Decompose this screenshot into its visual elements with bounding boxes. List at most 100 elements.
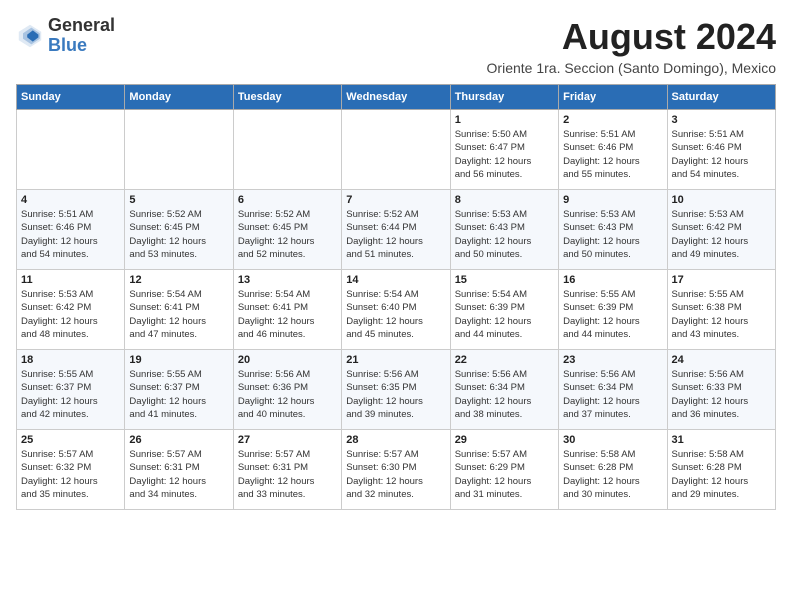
day-number: 4 bbox=[21, 194, 120, 206]
day-info: Sunrise: 5:52 AM Sunset: 6:44 PM Dayligh… bbox=[346, 208, 445, 261]
day-number: 17 bbox=[672, 274, 771, 286]
column-header-friday: Friday bbox=[559, 85, 667, 110]
calendar-cell: 31Sunrise: 5:58 AM Sunset: 6:28 PM Dayli… bbox=[667, 430, 775, 510]
day-info: Sunrise: 5:54 AM Sunset: 6:40 PM Dayligh… bbox=[346, 288, 445, 341]
day-info: Sunrise: 5:53 AM Sunset: 6:43 PM Dayligh… bbox=[563, 208, 662, 261]
day-number: 25 bbox=[21, 434, 120, 446]
calendar-table: SundayMondayTuesdayWednesdayThursdayFrid… bbox=[16, 84, 776, 510]
column-header-saturday: Saturday bbox=[667, 85, 775, 110]
day-info: Sunrise: 5:57 AM Sunset: 6:31 PM Dayligh… bbox=[129, 448, 228, 501]
day-info: Sunrise: 5:53 AM Sunset: 6:43 PM Dayligh… bbox=[455, 208, 554, 261]
calendar-cell: 21 Sunrise: 5:56 AM Sunset: 6:35 PM Dayli… bbox=[342, 350, 450, 430]
day-info: Sunrise: 5:54 AM Sunset: 6:41 PM Dayligh… bbox=[238, 288, 337, 341]
calendar-cell: 15 Sunrise: 5:54 AM Sunset: 6:39 PM Dayli… bbox=[450, 270, 558, 350]
day-number: 8 bbox=[455, 194, 554, 206]
day-number: 27 bbox=[238, 434, 337, 446]
week-row-3: 11 Sunrise: 5:53 AM Sunset: 6:42 PM Dayli… bbox=[17, 270, 776, 350]
day-number: 15 bbox=[455, 274, 554, 286]
calendar-cell: 3 Sunrise: 5:51 AM Sunset: 6:46 PM Daylig… bbox=[667, 110, 775, 190]
day-number: 11 bbox=[21, 274, 120, 286]
logo: General Blue bbox=[16, 16, 115, 56]
day-number: 9 bbox=[563, 194, 662, 206]
week-row-1: 1Sunrise: 5:50 AM Sunset: 6:47 PM Daylig… bbox=[17, 110, 776, 190]
day-number: 20 bbox=[238, 354, 337, 366]
calendar-cell: 16Sunrise: 5:55 AM Sunset: 6:39 PM Dayli… bbox=[559, 270, 667, 350]
calendar-cell: 5 Sunrise: 5:52 AM Sunset: 6:45 PM Daylig… bbox=[125, 190, 233, 270]
day-info: Sunrise: 5:56 AM Sunset: 6:34 PM Dayligh… bbox=[455, 368, 554, 421]
calendar-cell: 10 Sunrise: 5:53 AM Sunset: 6:42 PM Dayli… bbox=[667, 190, 775, 270]
week-row-2: 4 Sunrise: 5:51 AM Sunset: 6:46 PM Daylig… bbox=[17, 190, 776, 270]
calendar-cell: 22 Sunrise: 5:56 AM Sunset: 6:34 PM Dayli… bbox=[450, 350, 558, 430]
title-area: August 2024 Oriente 1ra. Seccion (Santo … bbox=[487, 16, 776, 76]
day-info: Sunrise: 5:58 AM Sunset: 6:28 PM Dayligh… bbox=[672, 448, 771, 501]
day-number: 28 bbox=[346, 434, 445, 446]
day-number: 12 bbox=[129, 274, 228, 286]
calendar-cell: 26 Sunrise: 5:57 AM Sunset: 6:31 PM Dayli… bbox=[125, 430, 233, 510]
day-info: Sunrise: 5:53 AM Sunset: 6:42 PM Dayligh… bbox=[672, 208, 771, 261]
day-info: Sunrise: 5:54 AM Sunset: 6:41 PM Dayligh… bbox=[129, 288, 228, 341]
calendar-cell: 19 Sunrise: 5:55 AM Sunset: 6:37 PM Dayli… bbox=[125, 350, 233, 430]
day-number: 14 bbox=[346, 274, 445, 286]
day-number: 30 bbox=[563, 434, 662, 446]
column-header-sunday: Sunday bbox=[17, 85, 125, 110]
logo-icon bbox=[16, 22, 44, 50]
calendar-cell: 9 Sunrise: 5:53 AM Sunset: 6:43 PM Daylig… bbox=[559, 190, 667, 270]
calendar-cell: 29Sunrise: 5:57 AM Sunset: 6:29 PM Dayli… bbox=[450, 430, 558, 510]
calendar-cell: 1Sunrise: 5:50 AM Sunset: 6:47 PM Daylig… bbox=[450, 110, 558, 190]
calendar-cell: 2 Sunrise: 5:51 AM Sunset: 6:46 PM Daylig… bbox=[559, 110, 667, 190]
calendar-cell: 14 Sunrise: 5:54 AM Sunset: 6:40 PM Dayli… bbox=[342, 270, 450, 350]
column-header-tuesday: Tuesday bbox=[233, 85, 341, 110]
day-number: 5 bbox=[129, 194, 228, 206]
calendar-cell: 18 Sunrise: 5:55 AM Sunset: 6:37 PM Dayli… bbox=[17, 350, 125, 430]
day-info: Sunrise: 5:52 AM Sunset: 6:45 PM Dayligh… bbox=[129, 208, 228, 261]
day-info: Sunrise: 5:58 AM Sunset: 6:28 PM Dayligh… bbox=[563, 448, 662, 501]
calendar-cell: 8 Sunrise: 5:53 AM Sunset: 6:43 PM Daylig… bbox=[450, 190, 558, 270]
calendar-cell bbox=[125, 110, 233, 190]
calendar-cell: 23Sunrise: 5:56 AM Sunset: 6:34 PM Dayli… bbox=[559, 350, 667, 430]
calendar-cell: 30 Sunrise: 5:58 AM Sunset: 6:28 PM Dayli… bbox=[559, 430, 667, 510]
day-info: Sunrise: 5:52 AM Sunset: 6:45 PM Dayligh… bbox=[238, 208, 337, 261]
calendar-cell: 6 Sunrise: 5:52 AM Sunset: 6:45 PM Daylig… bbox=[233, 190, 341, 270]
day-number: 6 bbox=[238, 194, 337, 206]
day-number: 26 bbox=[129, 434, 228, 446]
day-number: 22 bbox=[455, 354, 554, 366]
day-number: 13 bbox=[238, 274, 337, 286]
column-header-wednesday: Wednesday bbox=[342, 85, 450, 110]
week-row-4: 18 Sunrise: 5:55 AM Sunset: 6:37 PM Dayli… bbox=[17, 350, 776, 430]
day-info: Sunrise: 5:53 AM Sunset: 6:42 PM Dayligh… bbox=[21, 288, 120, 341]
day-info: Sunrise: 5:56 AM Sunset: 6:33 PM Dayligh… bbox=[672, 368, 771, 421]
calendar-cell: 17 Sunrise: 5:55 AM Sunset: 6:38 PM Dayli… bbox=[667, 270, 775, 350]
day-info: Sunrise: 5:51 AM Sunset: 6:46 PM Dayligh… bbox=[672, 128, 771, 181]
day-info: Sunrise: 5:55 AM Sunset: 6:37 PM Dayligh… bbox=[21, 368, 120, 421]
day-info: Sunrise: 5:56 AM Sunset: 6:34 PM Dayligh… bbox=[563, 368, 662, 421]
day-info: Sunrise: 5:56 AM Sunset: 6:36 PM Dayligh… bbox=[238, 368, 337, 421]
day-info: Sunrise: 5:55 AM Sunset: 6:38 PM Dayligh… bbox=[672, 288, 771, 341]
calendar-header-row: SundayMondayTuesdayWednesdayThursdayFrid… bbox=[17, 85, 776, 110]
day-info: Sunrise: 5:51 AM Sunset: 6:46 PM Dayligh… bbox=[21, 208, 120, 261]
day-number: 16 bbox=[563, 274, 662, 286]
day-info: Sunrise: 5:51 AM Sunset: 6:46 PM Dayligh… bbox=[563, 128, 662, 181]
day-number: 21 bbox=[346, 354, 445, 366]
day-number: 19 bbox=[129, 354, 228, 366]
page-header: General Blue August 2024 Oriente 1ra. Se… bbox=[16, 16, 776, 76]
day-number: 10 bbox=[672, 194, 771, 206]
day-number: 18 bbox=[21, 354, 120, 366]
logo-text: General Blue bbox=[48, 16, 115, 56]
day-number: 2 bbox=[563, 114, 662, 126]
day-info: Sunrise: 5:55 AM Sunset: 6:37 PM Dayligh… bbox=[129, 368, 228, 421]
calendar-cell bbox=[342, 110, 450, 190]
day-info: Sunrise: 5:57 AM Sunset: 6:31 PM Dayligh… bbox=[238, 448, 337, 501]
day-number: 7 bbox=[346, 194, 445, 206]
calendar-cell: 20 Sunrise: 5:56 AM Sunset: 6:36 PM Dayli… bbox=[233, 350, 341, 430]
calendar-cell: 27 Sunrise: 5:57 AM Sunset: 6:31 PM Dayli… bbox=[233, 430, 341, 510]
day-number: 1 bbox=[455, 114, 554, 126]
calendar-cell: 11 Sunrise: 5:53 AM Sunset: 6:42 PM Dayli… bbox=[17, 270, 125, 350]
day-info: Sunrise: 5:54 AM Sunset: 6:39 PM Dayligh… bbox=[455, 288, 554, 341]
calendar-cell: 28Sunrise: 5:57 AM Sunset: 6:30 PM Dayli… bbox=[342, 430, 450, 510]
month-year-title: August 2024 bbox=[487, 16, 776, 58]
location-subtitle: Oriente 1ra. Seccion (Santo Domingo), Me… bbox=[487, 60, 776, 76]
calendar-cell bbox=[233, 110, 341, 190]
day-info: Sunrise: 5:56 AM Sunset: 6:35 PM Dayligh… bbox=[346, 368, 445, 421]
day-number: 3 bbox=[672, 114, 771, 126]
calendar-cell bbox=[17, 110, 125, 190]
